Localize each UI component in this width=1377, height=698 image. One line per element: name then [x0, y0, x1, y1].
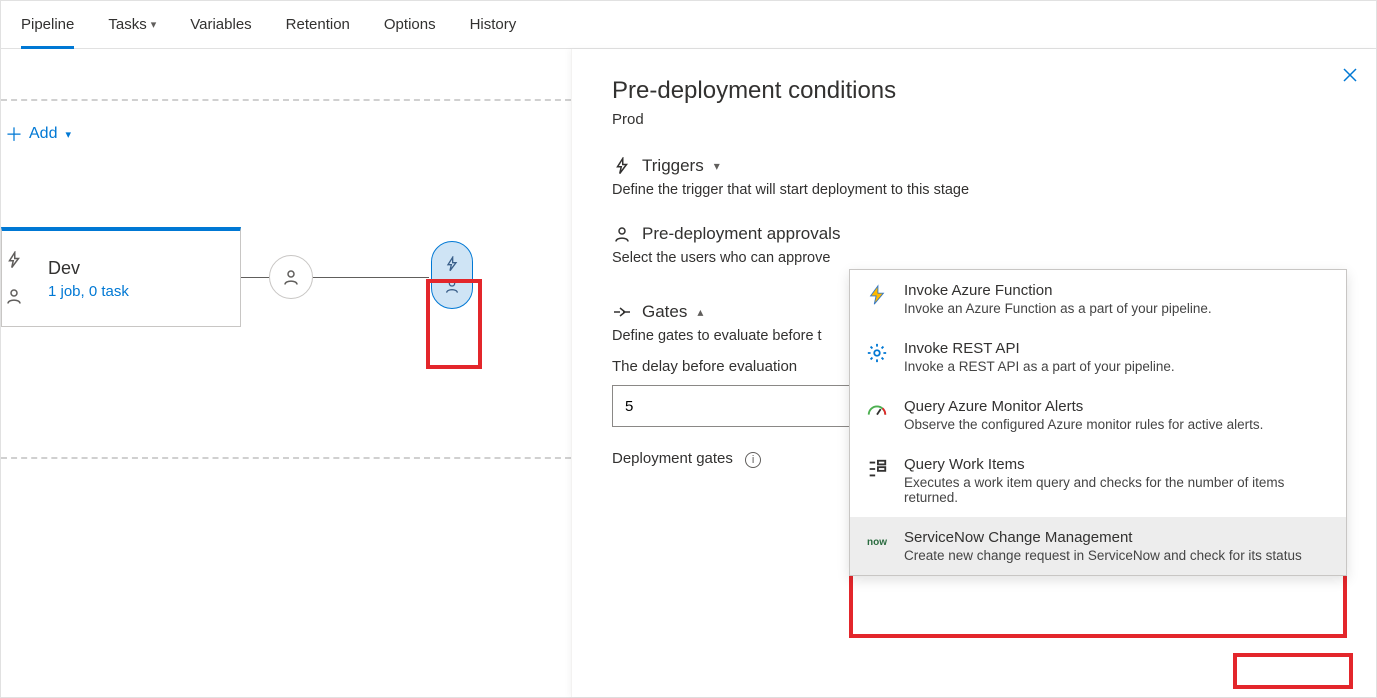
dropdown-item-desc: Executes a work item query and checks fo… — [904, 475, 1330, 505]
gear-icon — [864, 340, 890, 366]
section-approvals: Pre-deployment approvals Select the user… — [612, 224, 1336, 266]
tab-options[interactable]: Options — [384, 1, 436, 49]
section-title: Gates — [642, 302, 687, 322]
section-desc: Select the users who can approve — [612, 250, 1336, 266]
connector-line — [241, 277, 269, 278]
work-items-icon — [864, 456, 890, 482]
dropdown-item-title: Invoke Azure Function — [904, 282, 1212, 299]
close-button[interactable] — [1342, 67, 1358, 83]
trigger-icon — [444, 256, 460, 272]
dropdown-item-desc: Create new change request in ServiceNow … — [904, 548, 1302, 563]
add-stage-label: Add — [29, 125, 57, 143]
stage-card-dev[interactable]: Dev 1 job, 0 task — [1, 227, 241, 327]
separator — [1, 99, 571, 101]
gauge-icon — [864, 398, 890, 424]
dropdown-item-azure-monitor[interactable]: Query Azure Monitor Alerts Observe the co… — [850, 386, 1346, 444]
dropdown-item-servicenow[interactable]: now ServiceNow Change Management Create n… — [850, 517, 1346, 575]
dropdown-item-desc: Invoke a REST API as a part of your pipe… — [904, 359, 1175, 374]
tab-tasks-label: Tasks — [108, 16, 146, 33]
close-icon — [1342, 67, 1358, 83]
dropdown-item-title: Query Work Items — [904, 456, 1330, 473]
dropdown-item-desc: Invoke an Azure Function as a part of yo… — [904, 301, 1212, 316]
person-icon — [612, 225, 632, 243]
info-icon[interactable]: i — [745, 452, 761, 468]
add-stage-button[interactable]: ＋ Add ▾ — [1, 101, 71, 167]
section-approvals-toggle[interactable]: Pre-deployment approvals — [612, 224, 1336, 244]
dropdown-item-title: Invoke REST API — [904, 340, 1175, 357]
chevron-down-icon: ▾ — [151, 18, 157, 31]
post-deploy-condition-dev[interactable] — [269, 255, 313, 299]
dropdown-item-work-items[interactable]: Query Work Items Executes a work item que… — [850, 444, 1346, 517]
gate-type-dropdown: Invoke Azure Function Invoke an Azure Fun… — [849, 269, 1347, 576]
gate-icon — [612, 305, 632, 319]
section-title: Pre-deployment approvals — [642, 224, 840, 244]
azure-function-icon — [864, 282, 890, 308]
section-title: Triggers — [642, 156, 704, 176]
tab-variables[interactable]: Variables — [190, 1, 251, 49]
person-icon — [444, 278, 460, 294]
trigger-icon — [612, 157, 632, 175]
deployment-gates-label: Deployment gates i — [612, 450, 761, 468]
servicenow-icon: now — [864, 529, 890, 555]
connector-line — [313, 277, 429, 278]
chevron-down-icon: ▾ — [714, 159, 720, 173]
panel-title: Pre-deployment conditions — [612, 77, 1336, 105]
section-desc: Define the trigger that will start deplo… — [612, 182, 1336, 198]
tab-retention[interactable]: Retention — [286, 1, 350, 49]
tab-tasks[interactable]: Tasks ▾ — [108, 1, 156, 49]
chevron-up-icon: ▴ — [697, 305, 703, 319]
pre-deploy-condition-prod[interactable] — [431, 241, 473, 309]
dropdown-item-title: Query Azure Monitor Alerts — [904, 398, 1263, 415]
stage-name: Dev — [48, 258, 129, 279]
person-icon — [1, 283, 27, 309]
dropdown-item-title: ServiceNow Change Management — [904, 529, 1302, 546]
tab-history[interactable]: History — [470, 1, 517, 49]
trigger-icon — [1, 247, 27, 273]
section-triggers: Triggers ▾ Define the trigger that will … — [612, 156, 1336, 198]
separator — [1, 457, 571, 459]
stages-row: Dev 1 job, 0 task Prod 2 jobs, 1 — [1, 227, 571, 327]
dropdown-item-rest-api[interactable]: Invoke REST API Invoke a REST API as a pa… — [850, 328, 1346, 386]
chevron-down-icon: ▾ — [65, 128, 71, 141]
dropdown-item-azure-function[interactable]: Invoke Azure Function Invoke an Azure Fun… — [850, 270, 1346, 328]
tab-pipeline[interactable]: Pipeline — [21, 1, 74, 49]
stage-jobs-link[interactable]: 1 job, 0 task — [48, 283, 129, 300]
tab-bar: Pipeline Tasks ▾ Variables Retention Opti… — [1, 1, 1376, 49]
panel-stage-name: Prod — [612, 111, 1336, 128]
section-triggers-toggle[interactable]: Triggers ▾ — [612, 156, 1336, 176]
pipeline-canvas: ＋ Add ▾ Dev 1 job, 0 task — [1, 49, 571, 697]
dropdown-item-desc: Observe the configured Azure monitor rul… — [904, 417, 1263, 432]
plus-icon: ＋ — [5, 121, 23, 147]
